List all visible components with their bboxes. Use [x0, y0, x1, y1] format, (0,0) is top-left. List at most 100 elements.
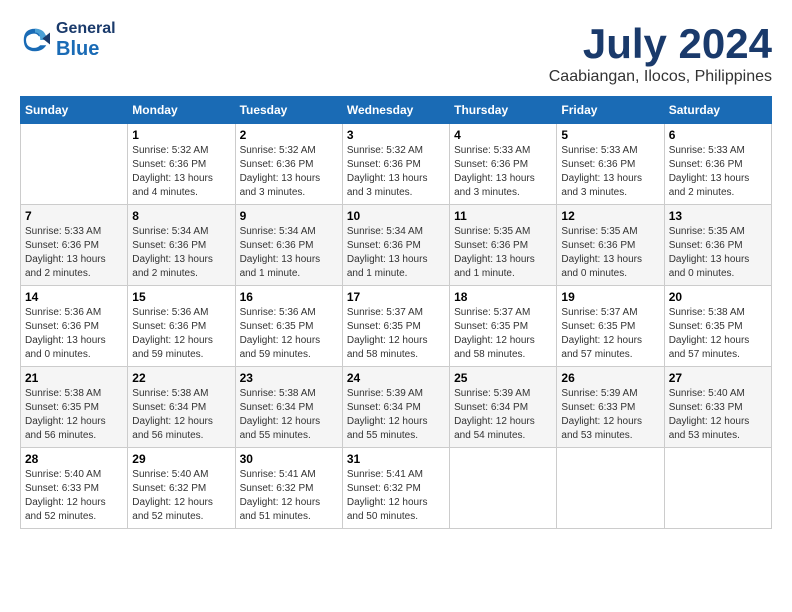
calendar-cell: 12 Sunrise: 5:35 AMSunset: 6:36 PMDayligh… [557, 205, 664, 286]
day-number: 30 [240, 452, 338, 466]
calendar-cell [21, 124, 128, 205]
day-info: Sunrise: 5:32 AMSunset: 6:36 PMDaylight:… [347, 144, 445, 200]
day-number: 7 [25, 209, 123, 223]
day-info: Sunrise: 5:40 AMSunset: 6:33 PMDaylight:… [25, 468, 123, 524]
day-number: 1 [132, 128, 230, 142]
calendar-cell: 17 Sunrise: 5:37 AMSunset: 6:35 PMDayligh… [342, 286, 449, 367]
calendar-cell: 19 Sunrise: 5:37 AMSunset: 6:35 PMDayligh… [557, 286, 664, 367]
day-info: Sunrise: 5:37 AMSunset: 6:35 PMDaylight:… [347, 306, 445, 362]
day-number: 2 [240, 128, 338, 142]
header-row: Sunday Monday Tuesday Wednesday Thursday… [21, 97, 772, 124]
calendar-cell: 1 Sunrise: 5:32 AMSunset: 6:36 PMDaylight… [128, 124, 235, 205]
calendar-cell [450, 448, 557, 529]
day-info: Sunrise: 5:38 AMSunset: 6:34 PMDaylight:… [132, 387, 230, 443]
calendar-cell: 27Sunrise: 5:40 AMSunset: 6:33 PMDayligh… [664, 367, 771, 448]
day-number: 21 [25, 371, 123, 385]
col-monday: Monday [128, 97, 235, 124]
title-section: July 2024 Caabiangan, Ilocos, Philippine… [549, 20, 772, 86]
day-number: 12 [561, 209, 659, 223]
logo-icon [20, 25, 50, 55]
day-number: 16 [240, 290, 338, 304]
day-info: Sunrise: 5:39 AMSunset: 6:33 PMDaylight:… [561, 387, 659, 443]
day-info: Sunrise: 5:35 AMSunset: 6:36 PMDaylight:… [669, 225, 767, 281]
calendar-cell: 11Sunrise: 5:35 AMSunset: 6:36 PMDayligh… [450, 205, 557, 286]
calendar-cell: 3 Sunrise: 5:32 AMSunset: 6:36 PMDaylight… [342, 124, 449, 205]
col-sunday: Sunday [21, 97, 128, 124]
calendar-cell: 28 Sunrise: 5:40 AMSunset: 6:33 PMDayligh… [21, 448, 128, 529]
location-title: Caabiangan, Ilocos, Philippines [549, 68, 772, 86]
calendar-cell: 20 Sunrise: 5:38 AMSunset: 6:35 PMDayligh… [664, 286, 771, 367]
day-number: 5 [561, 128, 659, 142]
calendar-week-2: 7 Sunrise: 5:33 AMSunset: 6:36 PMDaylight… [21, 205, 772, 286]
calendar-cell: 8 Sunrise: 5:34 AMSunset: 6:36 PMDaylight… [128, 205, 235, 286]
day-number: 15 [132, 290, 230, 304]
day-info: Sunrise: 5:33 AMSunset: 6:36 PMDaylight:… [25, 225, 123, 281]
col-thursday: Thursday [450, 97, 557, 124]
logo-blue-text: Blue [56, 38, 116, 60]
calendar-cell: 21Sunrise: 5:38 AMSunset: 6:35 PMDayligh… [21, 367, 128, 448]
day-number: 23 [240, 371, 338, 385]
col-saturday: Saturday [664, 97, 771, 124]
day-info: Sunrise: 5:40 AMSunset: 6:32 PMDaylight:… [132, 468, 230, 524]
day-info: Sunrise: 5:35 AMSunset: 6:36 PMDaylight:… [454, 225, 552, 281]
day-number: 20 [669, 290, 767, 304]
day-info: Sunrise: 5:41 AMSunset: 6:32 PMDaylight:… [347, 468, 445, 524]
day-info: Sunrise: 5:36 AMSunset: 6:35 PMDaylight:… [240, 306, 338, 362]
col-friday: Friday [557, 97, 664, 124]
day-number: 29 [132, 452, 230, 466]
calendar-cell: 31Sunrise: 5:41 AMSunset: 6:32 PMDayligh… [342, 448, 449, 529]
calendar-week-3: 14 Sunrise: 5:36 AMSunset: 6:36 PMDayligh… [21, 286, 772, 367]
day-info: Sunrise: 5:32 AMSunset: 6:36 PMDaylight:… [132, 144, 230, 200]
day-info: Sunrise: 5:36 AMSunset: 6:36 PMDaylight:… [25, 306, 123, 362]
day-number: 19 [561, 290, 659, 304]
day-info: Sunrise: 5:32 AMSunset: 6:36 PMDaylight:… [240, 144, 338, 200]
day-info: Sunrise: 5:40 AMSunset: 6:33 PMDaylight:… [669, 387, 767, 443]
calendar-cell [664, 448, 771, 529]
calendar-cell [557, 448, 664, 529]
day-number: 13 [669, 209, 767, 223]
calendar-cell: 13 Sunrise: 5:35 AMSunset: 6:36 PMDayligh… [664, 205, 771, 286]
calendar-week-1: 1 Sunrise: 5:32 AMSunset: 6:36 PMDaylight… [21, 124, 772, 205]
calendar-cell: 6Sunrise: 5:33 AMSunset: 6:36 PMDaylight… [664, 124, 771, 205]
calendar-header: Sunday Monday Tuesday Wednesday Thursday… [21, 97, 772, 124]
day-info: Sunrise: 5:34 AMSunset: 6:36 PMDaylight:… [132, 225, 230, 281]
col-tuesday: Tuesday [235, 97, 342, 124]
day-number: 14 [25, 290, 123, 304]
day-info: Sunrise: 5:37 AMSunset: 6:35 PMDaylight:… [561, 306, 659, 362]
calendar-cell: 23 Sunrise: 5:38 AMSunset: 6:34 PMDayligh… [235, 367, 342, 448]
day-number: 10 [347, 209, 445, 223]
calendar-cell: 9Sunrise: 5:34 AMSunset: 6:36 PMDaylight… [235, 205, 342, 286]
logo-general-text: General [56, 20, 116, 38]
calendar-cell: 25Sunrise: 5:39 AMSunset: 6:34 PMDayligh… [450, 367, 557, 448]
day-info: Sunrise: 5:41 AMSunset: 6:32 PMDaylight:… [240, 468, 338, 524]
calendar-cell: 7 Sunrise: 5:33 AMSunset: 6:36 PMDaylight… [21, 205, 128, 286]
day-number: 17 [347, 290, 445, 304]
day-number: 24 [347, 371, 445, 385]
calendar-cell: 4 Sunrise: 5:33 AMSunset: 6:36 PMDaylight… [450, 124, 557, 205]
calendar-week-4: 21Sunrise: 5:38 AMSunset: 6:35 PMDayligh… [21, 367, 772, 448]
day-info: Sunrise: 5:37 AMSunset: 6:35 PMDaylight:… [454, 306, 552, 362]
day-number: 26 [561, 371, 659, 385]
day-info: Sunrise: 5:33 AMSunset: 6:36 PMDaylight:… [561, 144, 659, 200]
calendar-cell: 2 Sunrise: 5:32 AMSunset: 6:36 PMDaylight… [235, 124, 342, 205]
calendar-body: 1 Sunrise: 5:32 AMSunset: 6:36 PMDaylight… [21, 124, 772, 529]
page-header: General Blue July 2024 Caabiangan, Iloco… [20, 20, 772, 86]
day-number: 22 [132, 371, 230, 385]
day-info: Sunrise: 5:35 AMSunset: 6:36 PMDaylight:… [561, 225, 659, 281]
day-info: Sunrise: 5:38 AMSunset: 6:35 PMDaylight:… [669, 306, 767, 362]
calendar-cell: 16 Sunrise: 5:36 AMSunset: 6:35 PMDayligh… [235, 286, 342, 367]
day-info: Sunrise: 5:34 AMSunset: 6:36 PMDaylight:… [347, 225, 445, 281]
day-number: 3 [347, 128, 445, 142]
logo-text: General Blue [56, 20, 116, 60]
day-number: 18 [454, 290, 552, 304]
day-number: 9 [240, 209, 338, 223]
day-number: 8 [132, 209, 230, 223]
day-number: 28 [25, 452, 123, 466]
calendar-cell: 22 Sunrise: 5:38 AMSunset: 6:34 PMDayligh… [128, 367, 235, 448]
calendar-week-5: 28 Sunrise: 5:40 AMSunset: 6:33 PMDayligh… [21, 448, 772, 529]
day-info: Sunrise: 5:39 AMSunset: 6:34 PMDaylight:… [454, 387, 552, 443]
day-info: Sunrise: 5:38 AMSunset: 6:34 PMDaylight:… [240, 387, 338, 443]
day-info: Sunrise: 5:33 AMSunset: 6:36 PMDaylight:… [454, 144, 552, 200]
day-number: 4 [454, 128, 552, 142]
calendar-cell: 24Sunrise: 5:39 AMSunset: 6:34 PMDayligh… [342, 367, 449, 448]
